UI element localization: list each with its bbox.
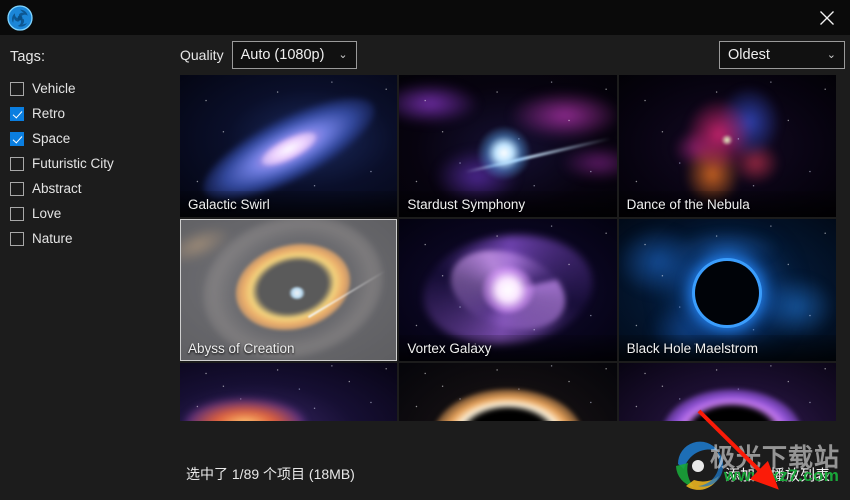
tag-label-space: Space bbox=[32, 130, 71, 146]
add-to-playlist-button[interactable]: 添加到播放列表 bbox=[719, 459, 836, 490]
tag-label-vehicle: Vehicle bbox=[32, 80, 76, 96]
tags-sidebar: Tags: Vehicle Retro Space Futuristic Cit… bbox=[0, 35, 180, 448]
wallpaper-thumbnail bbox=[399, 363, 617, 421]
wallpaper-thumbnail bbox=[180, 363, 398, 421]
tag-checkbox-abstract[interactable] bbox=[10, 181, 24, 196]
tag-checkbox-futuristic-city[interactable] bbox=[10, 156, 24, 171]
tag-label-retro: Retro bbox=[32, 105, 66, 121]
tag-item-vehicle[interactable]: Vehicle bbox=[10, 76, 180, 101]
tag-item-futuristic-city[interactable]: Futuristic City bbox=[10, 151, 180, 176]
tag-item-nature[interactable]: Nature bbox=[10, 226, 180, 251]
sort-value: Oldest bbox=[728, 47, 770, 63]
tag-checkbox-vehicle[interactable] bbox=[10, 81, 24, 96]
chevron-down-icon: ⌄ bbox=[338, 48, 348, 61]
tag-label-love: Love bbox=[32, 205, 62, 221]
wallpaper-title: Galactic Swirl bbox=[180, 191, 398, 217]
wallpaper-card[interactable]: Stardust Symphony bbox=[399, 75, 617, 217]
wallpaper-card[interactable]: Vortex Galaxy bbox=[399, 219, 617, 361]
accretion-ring-decoration bbox=[226, 232, 360, 342]
quality-value: Auto (1080p) bbox=[240, 47, 325, 63]
wallpaper-title: Abyss of Creation bbox=[188, 340, 295, 356]
chevron-down-icon: ⌄ bbox=[826, 48, 836, 61]
wallpaper-title: Stardust Symphony bbox=[399, 191, 617, 217]
tag-label-futuristic-city: Futuristic City bbox=[32, 155, 114, 171]
quality-dropdown[interactable]: Auto (1080p) ⌄ bbox=[231, 41, 357, 69]
jet-core-decoration bbox=[289, 286, 306, 299]
content-area: Quality Auto (1080p) ⌄ Oldest ⌄ Galactic… bbox=[180, 35, 850, 448]
tag-checkbox-nature[interactable] bbox=[10, 231, 24, 246]
wallpaper-card[interactable] bbox=[399, 363, 617, 421]
wallpaper-card[interactable]: Dance of the Nebula bbox=[618, 75, 836, 217]
wallpaper-title: Dance of the Nebula bbox=[618, 191, 836, 217]
wallpaper-card[interactable] bbox=[180, 363, 398, 421]
wallpaper-thumbnail bbox=[618, 363, 836, 421]
wallpaper-grid: Galactic Swirl Stardust Symphony Dance o… bbox=[180, 75, 836, 421]
starburst-decoration bbox=[476, 126, 531, 181]
wallpaper-card[interactable]: Black Hole Maelstrom bbox=[618, 219, 836, 361]
wallpaper-title: Black Hole Maelstrom bbox=[618, 335, 836, 361]
tags-heading: Tags: bbox=[10, 49, 46, 65]
tag-item-retro[interactable]: Retro bbox=[10, 101, 180, 126]
jet-decoration bbox=[307, 269, 386, 318]
window-body: Tags: Vehicle Retro Space Futuristic Cit… bbox=[0, 35, 850, 448]
tag-label-nature: Nature bbox=[32, 230, 73, 246]
wallpaper-card-selected[interactable]: Abyss of Creation bbox=[180, 219, 398, 361]
sort-dropdown[interactable]: Oldest ⌄ bbox=[719, 41, 845, 69]
wallpaper-card[interactable]: Galactic Swirl bbox=[180, 75, 398, 217]
tag-label-abstract: Abstract bbox=[32, 180, 82, 196]
tag-checkbox-love[interactable] bbox=[10, 206, 24, 221]
tag-item-love[interactable]: Love bbox=[10, 201, 180, 226]
selection-status: 选中了 1/89 个项目 (18MB) bbox=[186, 466, 355, 482]
tag-checkbox-retro[interactable] bbox=[10, 106, 24, 121]
tag-checkbox-space[interactable] bbox=[10, 131, 24, 146]
wallpaper-card[interactable] bbox=[618, 363, 836, 421]
toolbar: Quality Auto (1080p) ⌄ Oldest ⌄ bbox=[180, 35, 850, 75]
wallpaper-title: Vortex Galaxy bbox=[399, 335, 617, 361]
app-logo-icon bbox=[2, 0, 37, 35]
footer-bar: 选中了 1/89 个项目 (18MB) 添加到播放列表 bbox=[0, 448, 850, 500]
wallpaper-grid-scroll[interactable]: Galactic Swirl Stardust Symphony Dance o… bbox=[180, 75, 850, 448]
wallpaper-engine-window: Tags: Vehicle Retro Space Futuristic Cit… bbox=[0, 0, 850, 500]
title-bar bbox=[0, 0, 850, 35]
tag-item-space[interactable]: Space bbox=[10, 126, 180, 151]
quality-label: Quality bbox=[180, 47, 224, 63]
tag-item-abstract[interactable]: Abstract bbox=[10, 176, 180, 201]
dust-decoration bbox=[180, 219, 236, 273]
black-hole-decoration bbox=[695, 260, 760, 325]
close-icon[interactable] bbox=[804, 0, 850, 35]
